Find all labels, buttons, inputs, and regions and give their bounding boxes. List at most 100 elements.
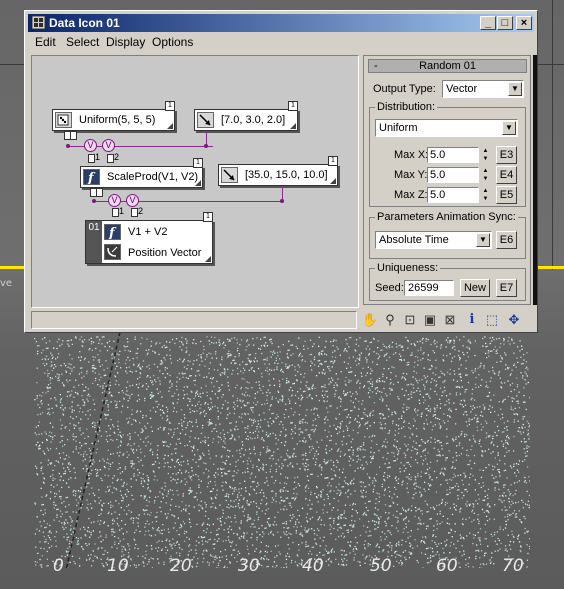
input-port-label: 1 — [119, 206, 125, 216]
node-label: ScaleProd(V1, V2) — [107, 171, 199, 183]
viewport-label: ve — [0, 278, 13, 289]
node-graph-canvas[interactable]: 1 Uniform(5, 5, 5) 1 [7.0, 3.0, 2.0] 1 f… — [31, 55, 359, 308]
pan-hand-icon[interactable]: ✋ — [361, 312, 379, 328]
spinner-arrows-icon[interactable]: ▲ ▼ — [481, 147, 490, 163]
sync-group: Parameters Animation Sync: Absolute Time… — [369, 211, 526, 259]
menu-edit[interactable]: Edit — [35, 35, 56, 49]
input-port[interactable] — [107, 154, 114, 163]
sync-value: Absolute Time — [379, 234, 449, 246]
resize-handle[interactable] — [195, 180, 201, 186]
node-port-number: 1 — [203, 212, 213, 222]
title-bar[interactable]: Data Icon 01 _ □ × — [28, 14, 534, 32]
resize-handle[interactable] — [167, 123, 173, 129]
max-x-expression-button[interactable]: E3 — [496, 146, 517, 164]
connection-wire — [94, 201, 284, 202]
spinner-arrows-icon[interactable]: ▲ ▼ — [481, 167, 490, 183]
sync-expression-button[interactable]: E6 — [496, 231, 517, 249]
distribution-value: Uniform — [379, 122, 418, 134]
zoom-extents-icon[interactable]: ▣ — [421, 312, 439, 328]
zoom-icon[interactable]: ⚲ — [381, 312, 399, 328]
axis-tick-label: 0 — [53, 556, 64, 576]
input-port-label: 2 — [114, 152, 120, 162]
node-port-number: 1 — [328, 156, 338, 166]
zoom-region-icon[interactable]: ⊡ — [401, 312, 419, 328]
node-output[interactable]: 01 1 f V1 + V2 Position Vector — [85, 212, 213, 264]
resize-handle[interactable] — [205, 256, 211, 262]
max-z-expression-button[interactable]: E5 — [496, 186, 517, 204]
chevron-down-icon: ▼ — [502, 121, 516, 135]
axis-tick-label: 40 — [302, 556, 324, 576]
satellite-dish-icon — [104, 244, 121, 260]
vector-converter[interactable]: V — [102, 139, 115, 152]
input-port-label: 1 — [95, 152, 101, 162]
dice-icon — [55, 112, 72, 128]
spinner-arrows-icon[interactable]: ▲ ▼ — [481, 187, 490, 203]
menu-select[interactable]: Select — [66, 35, 99, 49]
wire-junction — [92, 199, 96, 203]
select-region-icon[interactable]: ⬚ — [483, 312, 501, 328]
max-y-spinner[interactable]: 5.0 — [427, 167, 479, 183]
output-type-label: Output Type: — [373, 83, 436, 95]
particle-flow-icon — [32, 16, 45, 29]
max-z-label: Max Z: — [394, 189, 428, 201]
rollout-header[interactable]: - Random 01 — [368, 59, 527, 73]
distribution-dropdown[interactable]: Uniform ▼ — [375, 119, 518, 137]
rollout-title: Random 01 — [419, 60, 476, 72]
resize-handle[interactable] — [330, 178, 336, 184]
node-port-number: 1 — [193, 158, 203, 168]
node-output-label: Position Vector — [128, 247, 202, 259]
wire-junction — [280, 199, 284, 203]
menu-display[interactable]: Display — [106, 35, 145, 49]
max-x-label: Max X: — [394, 149, 429, 161]
node-port-number: 1 — [288, 101, 298, 111]
vector-converter[interactable]: V — [84, 139, 97, 152]
seed-expression-button[interactable]: E7 — [496, 279, 517, 297]
sync-dropdown[interactable]: Absolute Time ▼ — [375, 231, 492, 249]
axis-tick-label: 50 — [370, 556, 392, 576]
viewport-grid-line — [552, 0, 553, 270]
output-type-value: Vector — [446, 83, 478, 95]
axis-tick-label: 20 — [170, 556, 192, 576]
chevron-down-icon: ▼ — [476, 233, 490, 247]
delete-icon[interactable]: ⊠ — [441, 312, 459, 328]
info-icon[interactable]: i — [463, 312, 481, 328]
menu-options[interactable]: Options — [152, 35, 193, 49]
navigate-icon[interactable]: ✥ — [505, 312, 523, 328]
output-port[interactable] — [70, 131, 77, 140]
close-button[interactable]: × — [516, 16, 532, 30]
max-y-label: Max Y: — [394, 169, 428, 181]
wire-junction — [204, 144, 208, 148]
vector-arrow-icon — [221, 167, 238, 183]
max-x-spinner[interactable]: 5.0 — [427, 147, 479, 163]
distribution-group: Distribution: Uniform ▼ Max X: 5.0 ▲ ▼ E3… — [369, 101, 526, 207]
status-bar — [31, 311, 357, 329]
seed-field[interactable]: 26599 — [404, 280, 454, 296]
max-z-spinner[interactable]: 5.0 — [427, 187, 479, 203]
new-seed-button[interactable]: New — [460, 279, 490, 297]
output-type-dropdown[interactable]: Vector ▼ — [442, 80, 524, 98]
window-title: Data Icon 01 — [49, 16, 120, 30]
node-label: Uniform(5, 5, 5) — [79, 114, 156, 126]
rollout-scrollbar[interactable] — [533, 55, 537, 305]
node-label: [7.0, 3.0, 2.0] — [221, 114, 286, 126]
max-y-expression-button[interactable]: E4 — [496, 166, 517, 184]
resize-handle[interactable] — [290, 123, 296, 129]
node-scaleprod[interactable]: 1 f ScaleProd(V1, V2) — [80, 158, 203, 188]
minimize-button[interactable]: _ — [480, 16, 496, 30]
output-port[interactable] — [96, 188, 103, 197]
chevron-down-icon: ▼ — [508, 82, 522, 96]
input-port[interactable] — [131, 208, 138, 217]
node-vector-constant[interactable]: 1 [35.0, 15.0, 10.0] — [218, 156, 338, 186]
max-y-value: 5.0 — [430, 169, 446, 181]
input-port[interactable] — [112, 208, 119, 217]
node-uniform[interactable]: 1 Uniform(5, 5, 5) — [52, 101, 175, 131]
wire-junction — [66, 144, 70, 148]
view-toolbar: ✋ ⚲ ⊡ ▣ ⊠ i ⬚ ✥ — [361, 311, 533, 329]
input-port[interactable] — [88, 154, 95, 163]
axis-line — [65, 331, 121, 571]
vector-arrow-icon — [197, 112, 214, 128]
node-label: [35.0, 15.0, 10.0] — [245, 169, 328, 181]
node-vector-constant[interactable]: 1 [7.0, 3.0, 2.0] — [194, 101, 298, 131]
data-icon-window: Data Icon 01 _ □ × Edit Select Display O… — [24, 10, 538, 333]
maximize-button[interactable]: □ — [497, 16, 513, 30]
